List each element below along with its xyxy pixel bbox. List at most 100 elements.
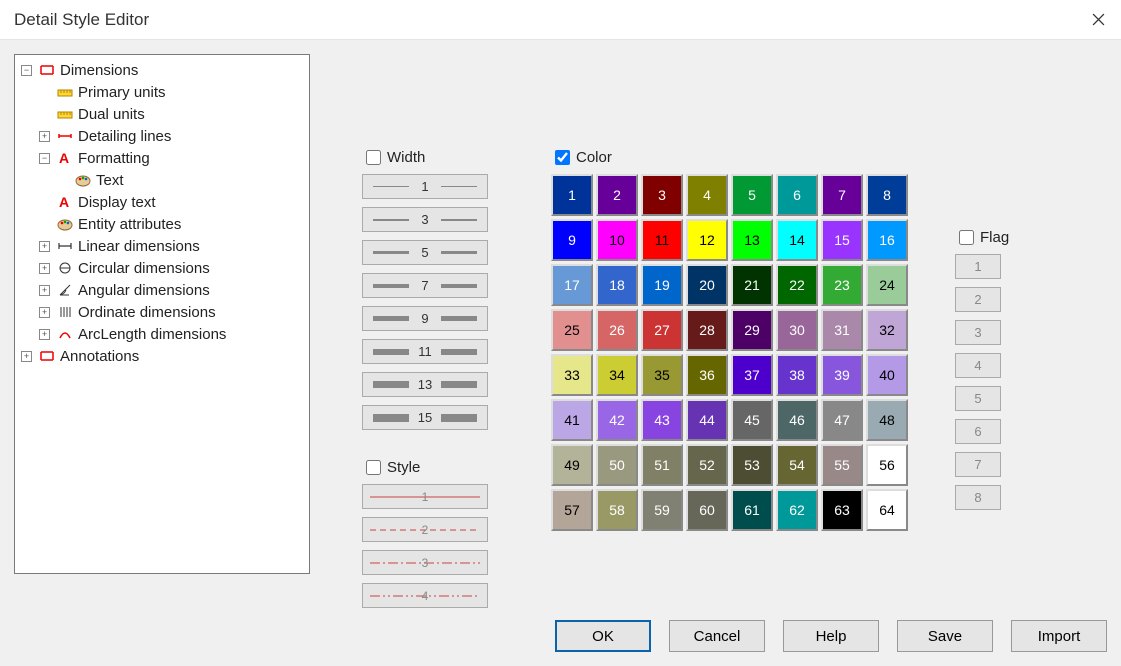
color-swatch[interactable]: 20 <box>686 264 728 306</box>
color-swatch[interactable]: 5 <box>731 174 773 216</box>
tree-item[interactable]: Dual units <box>17 103 307 125</box>
color-swatch[interactable]: 24 <box>866 264 908 306</box>
style-option[interactable]: 3 <box>362 550 488 575</box>
color-swatch[interactable]: 14 <box>776 219 818 261</box>
tree-expander[interactable]: + <box>39 329 50 340</box>
tree-item[interactable]: −AFormatting <box>17 147 307 169</box>
style-tree[interactable]: −DimensionsPrimary unitsDual units+Detai… <box>14 54 310 574</box>
color-swatch[interactable]: 38 <box>776 354 818 396</box>
style-option[interactable]: 2 <box>362 517 488 542</box>
color-swatch[interactable]: 10 <box>596 219 638 261</box>
color-swatch[interactable]: 11 <box>641 219 683 261</box>
color-swatch[interactable]: 18 <box>596 264 638 306</box>
color-swatch[interactable]: 44 <box>686 399 728 441</box>
flag-option[interactable]: 2 <box>955 287 1001 312</box>
tree-item[interactable]: Entity attributes <box>17 213 307 235</box>
color-swatch[interactable]: 54 <box>776 444 818 486</box>
save-button[interactable]: Save <box>897 620 993 652</box>
style-option[interactable]: 1 <box>362 484 488 509</box>
color-swatch[interactable]: 21 <box>731 264 773 306</box>
flag-option[interactable]: 8 <box>955 485 1001 510</box>
color-swatch[interactable]: 55 <box>821 444 863 486</box>
color-swatch[interactable]: 28 <box>686 309 728 351</box>
color-checkbox-label[interactable]: Color <box>551 147 911 168</box>
tree-item[interactable]: −Dimensions <box>17 59 307 81</box>
tree-expander[interactable]: + <box>39 241 50 252</box>
color-swatch[interactable]: 50 <box>596 444 638 486</box>
tree-item[interactable]: +Circular dimensions <box>17 257 307 279</box>
color-swatch[interactable]: 43 <box>641 399 683 441</box>
tree-item[interactable]: Primary units <box>17 81 307 103</box>
color-swatch[interactable]: 32 <box>866 309 908 351</box>
color-swatch[interactable]: 19 <box>641 264 683 306</box>
flag-option[interactable]: 3 <box>955 320 1001 345</box>
width-option[interactable]: 7 <box>362 273 488 298</box>
color-swatch[interactable]: 37 <box>731 354 773 396</box>
color-swatch[interactable]: 49 <box>551 444 593 486</box>
color-swatch[interactable]: 39 <box>821 354 863 396</box>
color-swatch[interactable]: 12 <box>686 219 728 261</box>
width-option[interactable]: 13 <box>362 372 488 397</box>
ok-button[interactable]: OK <box>555 620 651 652</box>
color-swatch[interactable]: 61 <box>731 489 773 531</box>
color-swatch[interactable]: 47 <box>821 399 863 441</box>
style-checkbox-label[interactable]: Style <box>362 457 492 478</box>
color-swatch[interactable]: 48 <box>866 399 908 441</box>
close-button[interactable] <box>1075 0 1121 40</box>
color-swatch[interactable]: 16 <box>866 219 908 261</box>
color-swatch[interactable]: 52 <box>686 444 728 486</box>
color-swatch[interactable]: 17 <box>551 264 593 306</box>
color-swatch[interactable]: 26 <box>596 309 638 351</box>
style-option[interactable]: 4 <box>362 583 488 608</box>
tree-expander[interactable]: + <box>39 307 50 318</box>
style-checkbox[interactable] <box>366 460 381 475</box>
color-swatch[interactable]: 59 <box>641 489 683 531</box>
tree-item[interactable]: +Detailing lines <box>17 125 307 147</box>
color-swatch[interactable]: 1 <box>551 174 593 216</box>
import-button[interactable]: Import <box>1011 620 1107 652</box>
tree-item[interactable]: Text <box>17 169 307 191</box>
flag-checkbox-label[interactable]: Flag <box>955 227 1015 248</box>
color-swatch[interactable]: 42 <box>596 399 638 441</box>
color-swatch[interactable]: 30 <box>776 309 818 351</box>
tree-item[interactable]: +Angular dimensions <box>17 279 307 301</box>
color-swatch[interactable]: 62 <box>776 489 818 531</box>
flag-option[interactable]: 5 <box>955 386 1001 411</box>
help-button[interactable]: Help <box>783 620 879 652</box>
color-swatch[interactable]: 40 <box>866 354 908 396</box>
width-option[interactable]: 1 <box>362 174 488 199</box>
tree-expander[interactable]: + <box>21 351 32 362</box>
color-swatch[interactable]: 13 <box>731 219 773 261</box>
tree-expander[interactable]: − <box>21 65 32 76</box>
color-swatch[interactable]: 51 <box>641 444 683 486</box>
tree-expander[interactable]: + <box>39 263 50 274</box>
color-swatch[interactable]: 31 <box>821 309 863 351</box>
color-checkbox[interactable] <box>555 150 570 165</box>
cancel-button[interactable]: Cancel <box>669 620 765 652</box>
color-swatch[interactable]: 41 <box>551 399 593 441</box>
tree-item[interactable]: +Linear dimensions <box>17 235 307 257</box>
tree-item[interactable]: +Ordinate dimensions <box>17 301 307 323</box>
width-checkbox[interactable] <box>366 150 381 165</box>
color-swatch[interactable]: 56 <box>866 444 908 486</box>
color-swatch[interactable]: 23 <box>821 264 863 306</box>
color-swatch[interactable]: 53 <box>731 444 773 486</box>
width-option[interactable]: 3 <box>362 207 488 232</box>
color-swatch[interactable]: 45 <box>731 399 773 441</box>
color-swatch[interactable]: 64 <box>866 489 908 531</box>
width-checkbox-label[interactable]: Width <box>362 147 492 168</box>
tree-item[interactable]: +ArcLength dimensions <box>17 323 307 345</box>
color-swatch[interactable]: 29 <box>731 309 773 351</box>
tree-item[interactable]: ADisplay text <box>17 191 307 213</box>
color-swatch[interactable]: 3 <box>641 174 683 216</box>
color-swatch[interactable]: 35 <box>641 354 683 396</box>
color-swatch[interactable]: 57 <box>551 489 593 531</box>
color-swatch[interactable]: 63 <box>821 489 863 531</box>
flag-checkbox[interactable] <box>959 230 974 245</box>
tree-item[interactable]: +Annotations <box>17 345 307 367</box>
tree-expander[interactable]: + <box>39 131 50 142</box>
color-swatch[interactable]: 60 <box>686 489 728 531</box>
width-option[interactable]: 9 <box>362 306 488 331</box>
color-swatch[interactable]: 8 <box>866 174 908 216</box>
color-swatch[interactable]: 25 <box>551 309 593 351</box>
